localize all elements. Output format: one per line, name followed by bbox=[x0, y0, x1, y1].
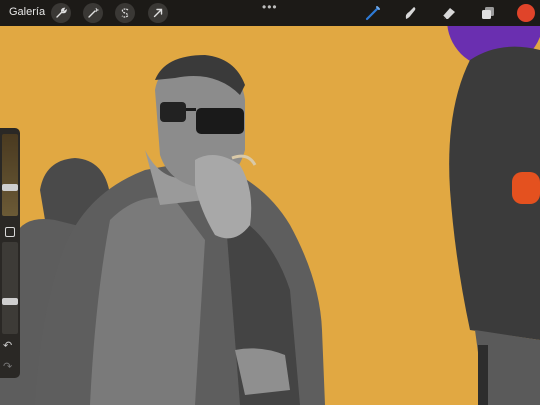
drawing-canvas[interactable] bbox=[0, 0, 540, 405]
more-options-icon[interactable]: ••• bbox=[262, 0, 278, 14]
right-figure-leg bbox=[478, 345, 488, 405]
selection-s-icon[interactable] bbox=[115, 3, 135, 23]
wrench-icon[interactable] bbox=[51, 3, 71, 23]
layers-icon[interactable] bbox=[479, 4, 497, 22]
eraser-icon[interactable] bbox=[440, 4, 458, 22]
brush-icon[interactable] bbox=[364, 4, 382, 22]
glasses-bridge bbox=[186, 108, 196, 111]
opacity-knob[interactable] bbox=[2, 297, 18, 305]
opacity-slider[interactable] bbox=[2, 242, 18, 334]
smudge-icon[interactable] bbox=[401, 4, 419, 22]
glasses-right bbox=[196, 108, 244, 134]
glasses-left bbox=[160, 102, 186, 122]
redo-button[interactable]: ↷ bbox=[3, 360, 12, 373]
magic-wand-icon[interactable] bbox=[83, 3, 103, 23]
brush-size-slider[interactable] bbox=[2, 134, 18, 216]
brush-size-knob[interactable] bbox=[2, 184, 18, 192]
transform-arrow-icon[interactable] bbox=[148, 3, 168, 23]
undo-button[interactable]: ↶ bbox=[3, 339, 12, 352]
top-toolbar: Galería ••• bbox=[0, 0, 540, 26]
gallery-button[interactable]: Galería bbox=[9, 6, 45, 18]
modify-button[interactable] bbox=[5, 227, 15, 237]
orange-shape bbox=[512, 172, 540, 204]
left-sidebar: ↶ ↷ bbox=[0, 128, 20, 378]
current-color-swatch[interactable] bbox=[517, 4, 535, 22]
